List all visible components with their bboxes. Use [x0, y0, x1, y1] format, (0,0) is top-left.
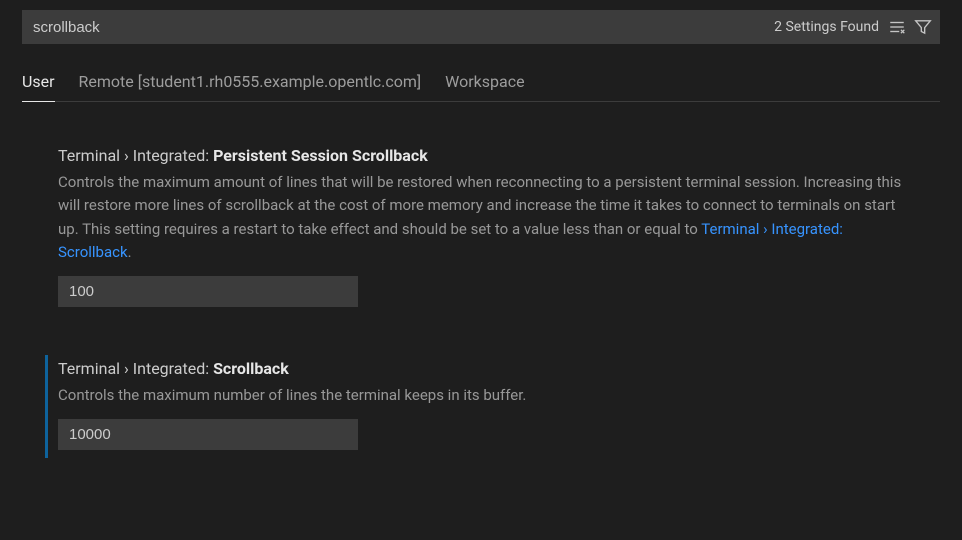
setting-name: Scrollback	[213, 359, 289, 378]
setting-description: Controls the maximum amount of lines tha…	[58, 171, 908, 264]
setting-input-scrollback[interactable]	[58, 419, 358, 450]
search-actions	[887, 17, 933, 37]
settings-list: Terminal › Integrated: Persistent Sessio…	[0, 102, 962, 450]
setting-input-persistent-session-scrollback[interactable]	[58, 276, 358, 307]
setting-category: Terminal › Integrated:	[58, 146, 213, 165]
tab-workspace[interactable]: Workspace	[445, 72, 524, 101]
settings-search-bar: 2 Settings Found	[22, 10, 940, 44]
tab-user[interactable]: User	[22, 72, 55, 101]
setting-category: Terminal › Integrated:	[58, 359, 213, 378]
clear-search-icon[interactable]	[887, 17, 907, 37]
setting-name: Persistent Session Scrollback	[213, 146, 428, 165]
setting-description: Controls the maximum number of lines the…	[58, 384, 908, 407]
setting-persistent-session-scrollback: Terminal › Integrated: Persistent Sessio…	[58, 146, 922, 307]
setting-scrollback: Terminal › Integrated: Scrollback Contro…	[58, 359, 922, 450]
tab-remote[interactable]: Remote [student1.rh0555.example.opentlc.…	[79, 72, 422, 101]
settings-scope-tabs: User Remote [student1.rh0555.example.ope…	[22, 72, 940, 102]
search-result-count: 2 Settings Found	[774, 19, 879, 35]
search-input[interactable]	[33, 11, 774, 43]
filter-icon[interactable]	[913, 17, 933, 37]
setting-title: Terminal › Integrated: Persistent Sessio…	[58, 146, 922, 165]
setting-desc-text-after: .	[128, 243, 132, 261]
setting-title: Terminal › Integrated: Scrollback	[58, 359, 922, 378]
